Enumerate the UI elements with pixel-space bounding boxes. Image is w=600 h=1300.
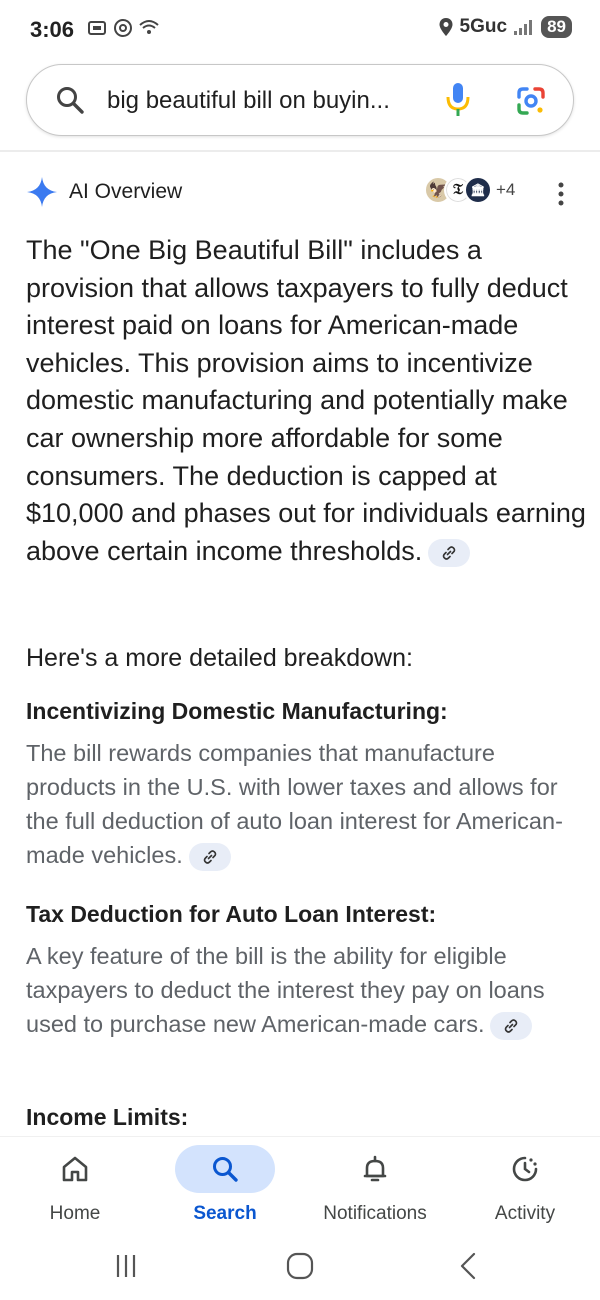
nav-label: Activity <box>494 1203 556 1224</box>
signal-icon <box>514 20 533 35</box>
network-type: 5Guc <box>459 16 508 37</box>
nav-icon-container <box>325 1145 425 1193</box>
home-icon <box>62 1156 88 1182</box>
sources-avatars[interactable]: 🦅 𝔗 🏛 +4 <box>424 176 515 204</box>
location-icon <box>439 18 453 36</box>
activity-icon <box>512 1156 538 1182</box>
status-right: 5Guc 89 <box>438 16 572 38</box>
citation-link-chip[interactable] <box>188 842 231 871</box>
overview-summary-text: The "One Big Beautiful Bill" includes a … <box>26 235 586 566</box>
system-navigation-bar <box>0 1232 600 1300</box>
search-icon[interactable] <box>55 85 85 115</box>
back-icon[interactable] <box>448 1246 488 1286</box>
section-heading: Incentivizing Domestic Manufacturing: <box>26 698 448 724</box>
nav-icon-container <box>175 1145 275 1193</box>
nav-icon-container <box>475 1145 575 1193</box>
nav-item-notifications[interactable]: Notifications <box>300 1137 450 1233</box>
section-heading: Tax Deduction for Auto Loan Interest: <box>26 901 437 927</box>
citation-link-chip[interactable] <box>490 1011 533 1040</box>
microphone-icon[interactable] <box>445 81 471 119</box>
section-body: The bill rewards companies that manufact… <box>26 736 582 872</box>
citation-link-chip[interactable] <box>428 538 471 567</box>
search-icon <box>213 1157 238 1182</box>
search-bar[interactable]: big beautiful bill on buyin... <box>26 64 574 136</box>
status-time: 3:06 <box>30 17 75 42</box>
nav-label: Notifications <box>323 1203 427 1224</box>
status-bar: 3:06 5Guc 89 <box>0 0 600 60</box>
link-icon <box>442 545 456 560</box>
breakdown-title: Here's a more detailed breakdown: <box>26 644 413 672</box>
overview-summary: The "One Big Beautiful Bill" includes a … <box>26 232 586 570</box>
section-heading: Income Limits: <box>26 1104 189 1130</box>
ai-overview-header: AI Overview 🦅 𝔗 🏛 +4 <box>26 172 578 212</box>
nfc-icon <box>114 19 132 37</box>
nav-item-home[interactable]: Home <box>0 1137 150 1233</box>
more-options-icon[interactable] <box>554 180 568 208</box>
screenshot-icon <box>88 21 106 35</box>
nav-icon-container <box>25 1145 125 1193</box>
google-lens-icon[interactable] <box>515 85 547 117</box>
sources-more-count[interactable]: +4 <box>496 180 515 200</box>
nav-item-search[interactable]: Search <box>150 1137 300 1233</box>
divider <box>0 150 600 152</box>
battery-level: 89 <box>541 16 572 38</box>
bottom-navigation: Home Search Notifications Activity <box>0 1136 600 1232</box>
section-body-text: The bill rewards companies that manufact… <box>26 740 563 868</box>
bell-icon <box>363 1155 387 1182</box>
link-icon <box>505 1019 518 1033</box>
recent-apps-icon[interactable] <box>106 1246 146 1286</box>
source-avatar-building[interactable]: 🏛 <box>464 176 492 204</box>
nav-item-activity[interactable]: Activity <box>450 1137 600 1233</box>
nav-label: Search <box>193 1203 257 1224</box>
nav-label: Home <box>49 1203 101 1224</box>
search-query[interactable]: big beautiful bill on buyin... <box>107 87 390 115</box>
ai-overview-title: AI Overview <box>69 180 183 203</box>
section-body: A key feature of the bill is the ability… <box>26 939 582 1041</box>
section-body-text: A key feature of the bill is the ability… <box>26 943 545 1037</box>
wifi-icon <box>139 20 159 34</box>
home-button-icon[interactable] <box>280 1246 320 1286</box>
gemini-sparkle-icon <box>27 177 57 207</box>
status-icons <box>86 17 160 39</box>
link-icon <box>203 850 217 864</box>
